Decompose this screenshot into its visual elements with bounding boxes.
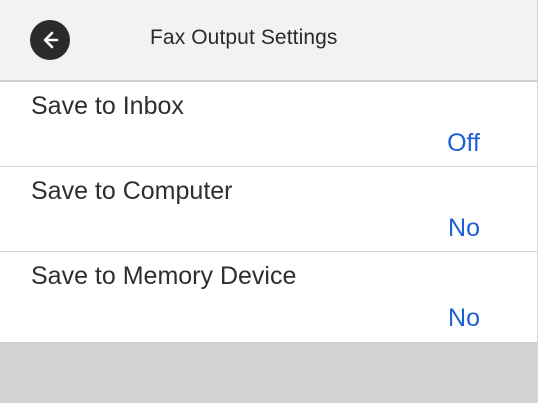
fax-output-settings-screen: Fax Output Settings Save to Inbox Off Sa… [0, 0, 538, 403]
setting-value: No [448, 214, 480, 242]
setting-label: Save to Memory Device [31, 262, 297, 290]
setting-value: No [448, 304, 480, 332]
arrow-left-icon [39, 29, 61, 51]
page-title: Fax Output Settings [150, 26, 338, 49]
back-button[interactable] [30, 20, 70, 60]
setting-row-save-to-inbox[interactable]: Save to Inbox Off [0, 82, 537, 167]
setting-value: Off [447, 129, 480, 157]
setting-label: Save to Inbox [31, 92, 184, 120]
setting-row-save-to-memory-device[interactable]: Save to Memory Device No [0, 252, 537, 342]
setting-label: Save to Computer [31, 177, 233, 205]
footer-bar [0, 342, 537, 403]
title-bar: Fax Output Settings [0, 0, 537, 82]
setting-row-save-to-computer[interactable]: Save to Computer No [0, 167, 537, 252]
